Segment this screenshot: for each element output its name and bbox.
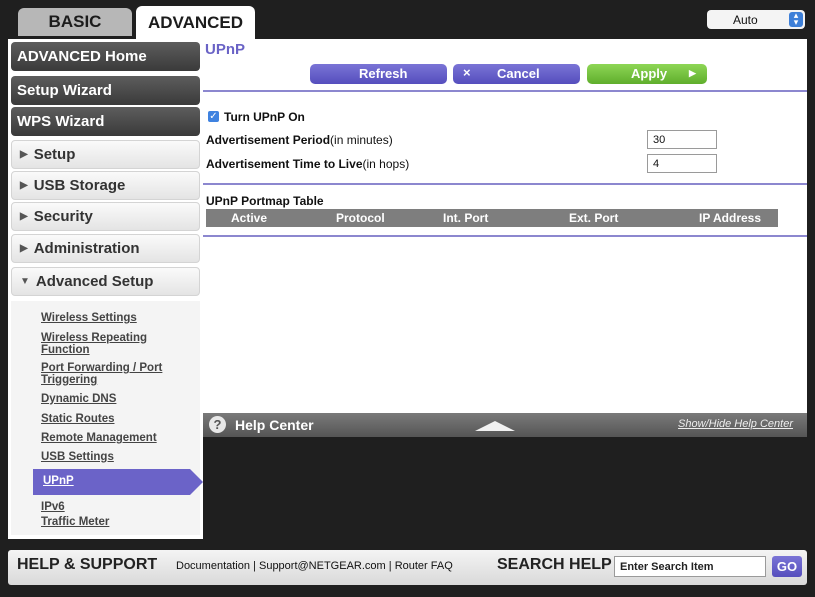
help-support-title: HELP & SUPPORT	[17, 556, 158, 573]
submenu-remote-management[interactable]: Remote Management	[41, 432, 157, 444]
apply-button[interactable]: Apply ▶	[587, 64, 707, 84]
link-support-email[interactable]: Support@NETGEAR.com	[259, 560, 386, 572]
col-ip-address: IP Address	[699, 211, 762, 225]
submenu-usb-settings[interactable]: USB Settings	[41, 451, 114, 463]
arrow-right-icon: ▶	[689, 68, 696, 78]
expand-arrow-icon[interactable]	[475, 421, 515, 431]
divider	[203, 235, 807, 237]
col-protocol: Protocol	[336, 211, 385, 225]
help-center-title: Help Center	[235, 417, 314, 433]
router-window: BASIC ADVANCED Auto ▴ ▾ ADVANCED Home Set…	[0, 0, 815, 597]
show-hide-help-link[interactable]: Show/Hide Help Center	[678, 418, 793, 430]
sidebar-setup[interactable]: ▶ Setup	[11, 140, 200, 169]
link-router-faq[interactable]: Router FAQ	[395, 560, 453, 572]
chevron-right-icon: ▶	[20, 149, 28, 160]
sidebar-item-label: Advanced Setup	[35, 273, 154, 290]
submenu-traffic-meter[interactable]: Traffic Meter	[41, 516, 109, 528]
sidebar-item-label: Setup	[33, 146, 76, 163]
chevron-down-icon: ▼	[20, 276, 30, 287]
page-title: UPnP	[205, 41, 246, 58]
portmap-table-header: Active Protocol Int. Port Ext. Port IP A…	[206, 209, 778, 227]
turn-upnp-on-label: Turn UPnP On	[224, 110, 305, 124]
sidebar-setup-wizard[interactable]: Setup Wizard	[11, 76, 200, 105]
go-button[interactable]: GO	[772, 556, 802, 577]
turn-upnp-on-checkbox[interactable]: ✓	[208, 111, 219, 122]
sidebar-item-label: USB Storage	[33, 177, 126, 194]
help-center-content	[203, 437, 807, 539]
submenu-dynamic-dns[interactable]: Dynamic DNS	[41, 393, 116, 405]
submenu-ipv6[interactable]: IPv6	[41, 501, 65, 513]
refresh-button[interactable]: Refresh	[310, 64, 447, 84]
search-help-label: SEARCH HELP	[497, 556, 612, 573]
submenu-wireless-settings[interactable]: Wireless Settings	[41, 312, 137, 324]
sidebar-wps-wizard[interactable]: WPS Wizard	[11, 107, 200, 136]
refresh-label: Refresh	[359, 66, 408, 81]
search-input[interactable]: Enter Search Item	[614, 556, 766, 577]
col-int-port: Int. Port	[443, 211, 489, 225]
chevron-right-icon: ▶	[20, 211, 28, 222]
language-select[interactable]: Auto ▴ ▾	[707, 10, 805, 29]
sidebar-security[interactable]: ▶ Security	[11, 202, 200, 231]
divider	[203, 183, 807, 185]
divider	[203, 90, 807, 92]
chevron-right-icon: ▶	[20, 180, 28, 191]
submenu-port-forwarding[interactable]: Port Forwarding / Port Triggering	[41, 362, 181, 386]
footer-links: Documentation | Support@NETGEAR.com | Ro…	[176, 560, 453, 572]
select-stepper-icon: ▴ ▾	[789, 11, 803, 27]
submenu-upnp-active[interactable]: UPnP	[33, 469, 203, 495]
sidebar-advanced-home[interactable]: ADVANCED Home	[11, 42, 200, 71]
close-icon: ×	[463, 65, 471, 80]
sidebar: ADVANCED Home Setup Wizard WPS Wizard ▶ S…	[8, 39, 203, 539]
adv-period-label: Advertisement Period(in minutes)	[206, 133, 393, 147]
submenu-upnp-label: UPnP	[43, 475, 74, 487]
link-documentation[interactable]: Documentation	[176, 560, 250, 572]
tab-basic[interactable]: BASIC	[18, 8, 132, 36]
sidebar-item-label: Administration	[33, 240, 140, 257]
adv-ttl-label: Advertisement Time to Live(in hops)	[206, 157, 410, 171]
help-icon: ?	[209, 416, 226, 433]
col-ext-port: Ext. Port	[569, 211, 619, 225]
language-value: Auto	[733, 13, 758, 27]
portmap-table-title: UPnP Portmap Table	[206, 194, 324, 208]
col-active: Active	[231, 211, 268, 225]
submenu-wireless-repeating[interactable]: Wireless Repeating Function	[41, 332, 171, 356]
sidebar-advanced-setup[interactable]: ▼ Advanced Setup	[11, 267, 200, 296]
submenu-static-routes[interactable]: Static Routes	[41, 413, 115, 425]
cancel-button[interactable]: × Cancel	[453, 64, 580, 84]
sidebar-administration[interactable]: ▶ Administration	[11, 234, 200, 263]
tab-advanced[interactable]: ADVANCED	[136, 6, 255, 39]
adv-period-input[interactable]: 30	[647, 130, 717, 149]
sidebar-usb-storage[interactable]: ▶ USB Storage	[11, 171, 200, 200]
apply-label: Apply	[631, 66, 668, 81]
chevron-right-icon: ▶	[20, 243, 28, 254]
help-center-bar[interactable]: ? Help Center Show/Hide Help Center	[203, 413, 807, 437]
sidebar-item-label: Security	[33, 208, 93, 225]
main-panel: UPnP Refresh × Cancel Apply ▶ ✓ Turn UPnP …	[203, 39, 807, 413]
footer: HELP & SUPPORT Documentation | Support@N…	[8, 550, 807, 585]
adv-ttl-input[interactable]: 4	[647, 154, 717, 173]
cancel-label: Cancel	[497, 66, 540, 81]
